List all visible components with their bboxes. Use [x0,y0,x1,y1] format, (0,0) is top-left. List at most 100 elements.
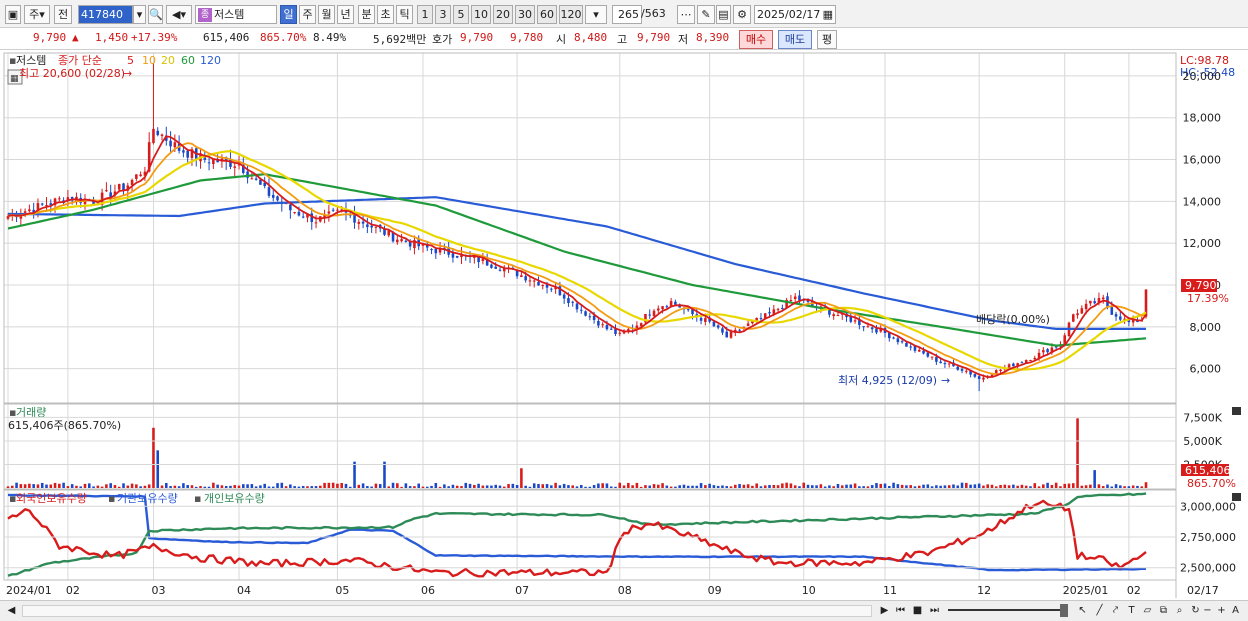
magnifier-icon[interactable]: ⌕ [1172,604,1187,618]
interval-5[interactable]: 5 [453,5,469,24]
candle-body [524,276,527,281]
horizontal-scrollbar[interactable] [22,605,872,617]
legend-ma60[interactable]: 60 [181,54,195,67]
cursor-icon[interactable]: ↖ [1075,604,1090,618]
legend-foreign-holding[interactable]: 외국인보유수량 [16,492,87,505]
search-icon[interactable]: 🔍 [148,5,163,24]
date-axis-label: 2024/01 [6,584,52,597]
volume-bar [567,485,570,488]
volume-bar [1020,484,1024,488]
high-label: 고 [617,33,628,46]
draw-tool-icon[interactable]: ✎ [697,5,715,24]
rewind-icon[interactable]: ⏮ [893,604,908,618]
candle-body [657,308,660,311]
candle-body [327,211,331,214]
code-dropdown-icon[interactable]: ▾ [133,5,146,24]
legend-ma10[interactable]: 10 [142,54,156,67]
price-change-pct: +17.39% [131,31,178,44]
gear-icon[interactable]: ⚙ [733,5,751,24]
interval-60[interactable]: 60 [537,5,557,24]
save-icon[interactable]: ▤ [716,5,731,24]
prev-button[interactable]: 전 [54,5,72,24]
volume-bar [939,485,942,488]
volume-bar [823,486,827,488]
volume-bar [721,485,724,488]
volume-bar [83,483,87,488]
legend-ma120[interactable]: 120 [200,54,221,67]
period-year[interactable]: 년 [337,5,354,24]
stop-icon[interactable]: ■ [910,604,925,618]
volume-bar [464,482,468,488]
interval-1[interactable]: 1 [417,5,433,24]
speaker-icon[interactable]: ◀▾ [166,5,192,24]
candle-body [900,341,904,343]
volume-bar [909,485,912,488]
period-month[interactable]: 월 [318,5,335,24]
candle-body [725,331,729,338]
period-second[interactable]: 초 [377,5,394,24]
scroll-right-icon[interactable]: ▶ [877,604,892,618]
volume-bar [15,482,18,488]
stock-code-input[interactable]: 417840 [78,5,133,24]
font-size-icon[interactable]: A [1228,604,1243,618]
volume-bar [609,486,613,488]
legend-individual-holding[interactable]: 개인보유수량 [204,492,265,505]
buy-button[interactable]: 매수 [739,30,773,49]
open-price: 8,480 [574,31,608,44]
volume-bar [1131,485,1135,488]
grid-icon[interactable]: ⋯ [677,5,695,24]
zoom-slider[interactable] [948,609,1068,611]
stock-name-field[interactable]: 종 저스템 [195,5,277,24]
legend-ma5[interactable]: 5 [127,54,134,67]
volume-bar [190,485,194,488]
zoom-slider-handle[interactable] [1060,604,1068,617]
volume-bar [319,485,322,488]
date-input[interactable]: 2025/02/17 ▦ [754,5,836,24]
holding-tick-label: 2,500,000 [1180,562,1236,575]
period-tick[interactable]: 틱 [396,5,413,24]
flat-button[interactable]: 평 [817,30,837,49]
volume-bar [70,484,74,488]
volume-bar [314,486,318,488]
interval-30[interactable]: 30 [515,5,535,24]
legend-ma20[interactable]: 20 [161,54,175,67]
fast-forward-icon[interactable]: ⏭ [927,604,942,618]
volume-bar [366,486,369,488]
interval-10[interactable]: 10 [471,5,491,24]
period-week[interactable]: 주 [299,5,316,24]
volume-bar [682,484,686,488]
sell-button[interactable]: 매도 [778,30,812,49]
text-tool-icon[interactable]: T [1124,604,1139,618]
market-select[interactable]: 주▾ [24,5,50,24]
period-day[interactable]: 일 [280,5,297,24]
legend-close-simple[interactable]: 종가 단순 [58,54,102,67]
legend-institution-holding[interactable]: 기관보유수량 [117,492,178,505]
interval-120[interactable]: 120 [559,5,583,24]
stock-chart[interactable]: ▪ 저스템 종가 단순 5 10 20 60 120 ▦ 최고 20,600 (… [0,51,1248,600]
trend-tool-icon[interactable]: ⤤ [1108,604,1123,618]
period-minute[interactable]: 분 [358,5,375,24]
shape-tool-icon[interactable]: ▱ [1140,604,1155,618]
copy-icon[interactable]: ⧉ [1156,604,1171,618]
interval-dropdown[interactable]: ▾ [585,5,607,24]
interval-20[interactable]: 20 [493,5,513,24]
line-tool-icon[interactable]: ╱ [1092,604,1107,618]
volume-bar [1054,482,1058,488]
layout-icon[interactable]: ▣ [5,5,21,24]
volume-bar [331,482,335,488]
volume-bar [793,485,797,488]
volume-bar [973,484,977,488]
candle-body [400,239,403,242]
zoom-in-icon[interactable]: + [1214,604,1229,618]
volume-bar [1016,485,1019,488]
zoom-out-icon[interactable]: − [1200,604,1215,618]
volume-bar [1093,470,1096,488]
panel-close-icon[interactable] [1232,407,1241,415]
candle-body [943,363,947,365]
legend-stock-name[interactable]: 저스템 [16,54,46,67]
interval-3[interactable]: 3 [435,5,451,24]
count-input[interactable]: 265 [612,5,642,24]
volume-bar [165,482,168,488]
calendar-icon[interactable]: ▦ [823,6,833,23]
scroll-left-icon[interactable]: ◀ [4,604,19,618]
